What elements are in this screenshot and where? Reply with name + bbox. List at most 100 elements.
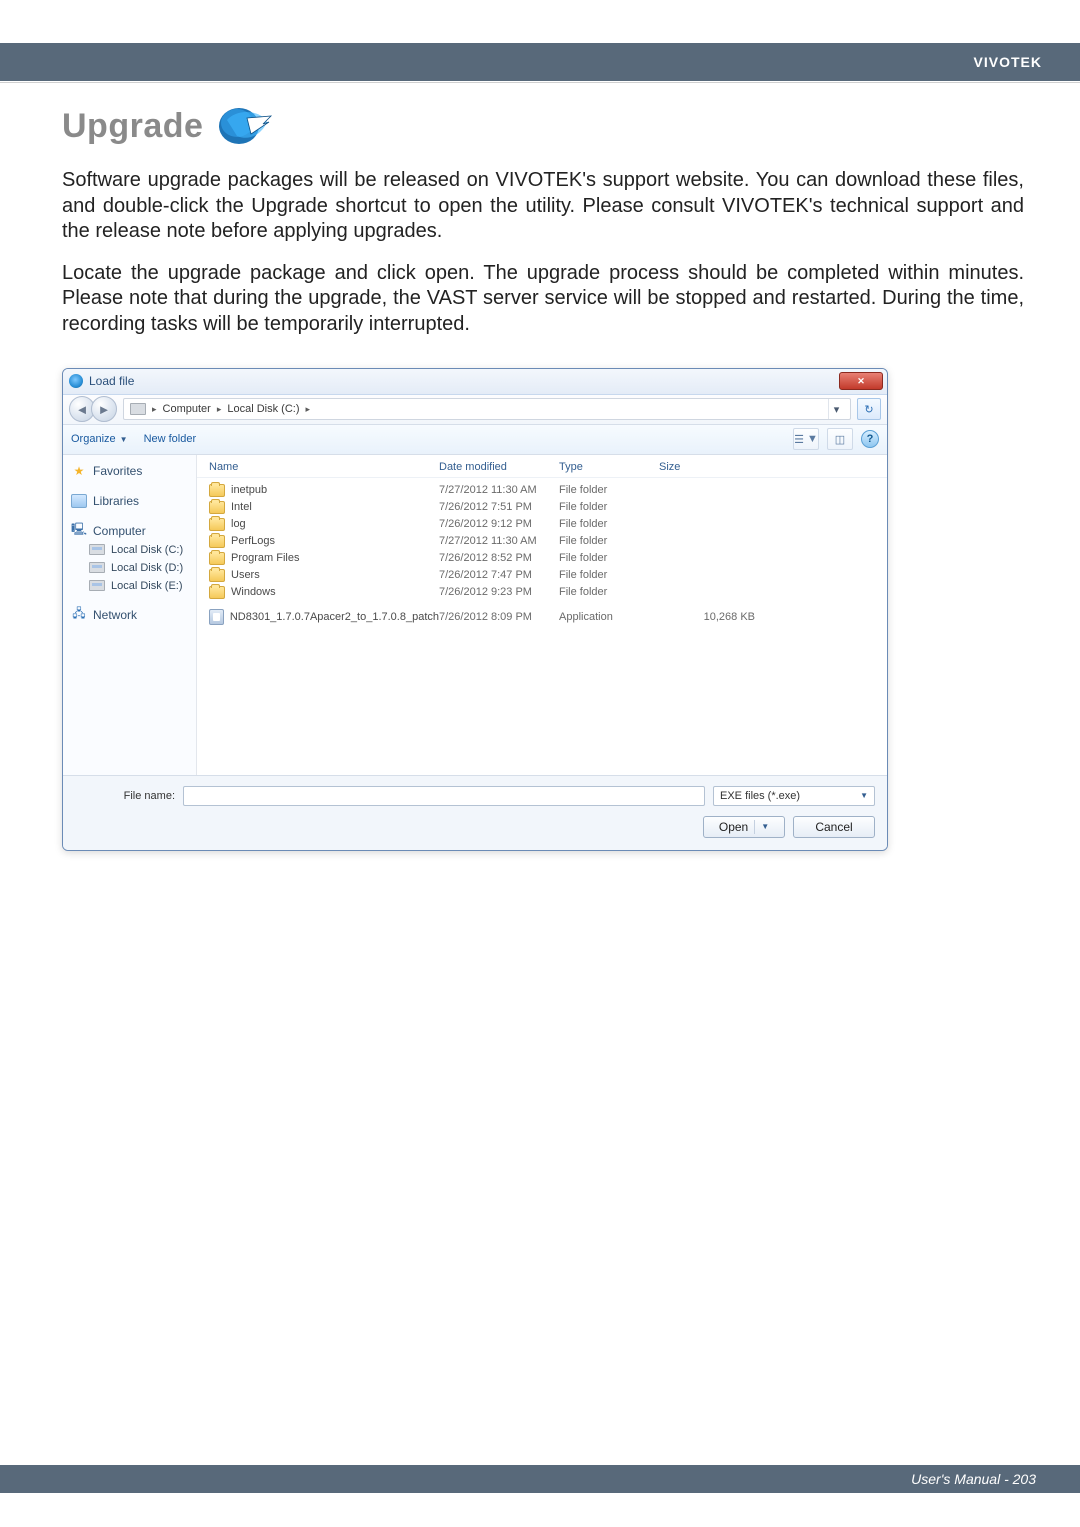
nav-forward-button[interactable]: ► <box>91 396 117 422</box>
navigation-pane: ★ Favorites Libraries 🖳 Computer <box>63 455 197 775</box>
file-date: 7/26/2012 7:47 PM <box>439 569 559 581</box>
folder-icon <box>209 501 225 514</box>
close-icon: ✕ <box>857 376 865 387</box>
dialog-bottom-bar: File name: EXE files (*.exe) ▼ Open ▼ Ca… <box>63 775 887 850</box>
app-icon <box>69 374 83 388</box>
help-button[interactable]: ? <box>861 430 879 448</box>
file-type: File folder <box>559 501 659 513</box>
col-size[interactable]: Size <box>659 461 769 473</box>
libraries-icon <box>71 494 87 508</box>
folder-icon <box>209 535 225 548</box>
file-size: 10,268 KB <box>659 611 769 623</box>
paragraph-2: Locate the upgrade package and click ope… <box>62 261 1024 338</box>
nav-network-label: Network <box>93 608 137 622</box>
col-type[interactable]: Type <box>559 461 659 473</box>
nav-drive-d-label: Local Disk (D:) <box>111 562 183 574</box>
close-button[interactable]: ✕ <box>839 372 883 390</box>
dialog-title: Load file <box>89 374 134 388</box>
nav-drive-c[interactable]: Local Disk (C:) <box>63 541 196 559</box>
computer-icon: 🖳 <box>71 524 87 538</box>
preview-pane-button[interactable]: ◫ <box>827 428 853 450</box>
col-date[interactable]: Date modified <box>439 461 559 473</box>
file-type: Application <box>559 611 659 623</box>
chevron-down-icon: ▼ <box>807 433 818 445</box>
dialog-titlebar: Load file ✕ <box>63 369 887 395</box>
cancel-label: Cancel <box>815 820 852 834</box>
nav-network[interactable]: 🖧 Network <box>63 605 196 625</box>
chevron-down-icon: ▼ <box>120 435 128 444</box>
doc-footer: User's Manual - 203 <box>0 1465 1080 1493</box>
view-mode-button[interactable]: ☰▼ <box>793 428 819 450</box>
refresh-button[interactable]: ↻ <box>857 398 881 420</box>
nav-libraries[interactable]: Libraries <box>63 491 196 511</box>
address-dropdown[interactable]: ▾ <box>828 399 844 419</box>
col-name[interactable]: Name <box>209 461 439 473</box>
file-row[interactable]: inetpub7/27/2012 11:30 AMFile folder <box>209 482 879 499</box>
column-headers: Name Date modified Type Size <box>197 455 887 478</box>
cancel-button[interactable]: Cancel <box>793 816 875 838</box>
file-row[interactable]: log 7/26/2012 9:12 PMFile folder <box>209 516 879 533</box>
nav-drive-c-label: Local Disk (C:) <box>111 544 183 556</box>
file-name: ND8301_1.7.0.7Apacer2_to_1.7.0.8_patch <box>230 611 439 623</box>
folder-icon <box>209 569 225 582</box>
file-date: 7/27/2012 11:30 AM <box>439 535 559 547</box>
folder-icon <box>209 484 225 497</box>
organize-menu[interactable]: Organize ▼ <box>71 433 128 445</box>
chevron-right-icon: ▸ <box>305 404 310 415</box>
filetype-filter-label: EXE files (*.exe) <box>720 790 800 802</box>
filetype-filter[interactable]: EXE files (*.exe) ▼ <box>713 786 875 806</box>
arrow-left-icon: ◄ <box>76 402 89 417</box>
file-date: 7/26/2012 7:51 PM <box>439 501 559 513</box>
brand-text: VIVOTEK <box>974 54 1042 70</box>
pane-icon: ◫ <box>835 433 845 446</box>
file-row[interactable]: Program Files7/26/2012 8:52 PMFile folde… <box>209 550 879 567</box>
nav-drive-e[interactable]: Local Disk (E:) <box>63 577 196 595</box>
open-button[interactable]: Open ▼ <box>703 816 785 838</box>
address-bar-row: ◄ ► ▸ Computer ▸ Local Disk (C:) ▸ ▾ ↻ <box>63 395 887 425</box>
filename-input[interactable] <box>183 786 705 806</box>
new-folder-button[interactable]: New folder <box>144 433 197 445</box>
header-divider <box>0 82 1080 83</box>
file-row[interactable]: PerfLogs 7/27/2012 11:30 AMFile folder <box>209 533 879 550</box>
file-name: inetpub <box>231 484 267 496</box>
nav-favorites[interactable]: ★ Favorites <box>63 461 196 481</box>
file-name: Users <box>231 569 260 581</box>
file-date: 7/26/2012 9:12 PM <box>439 518 559 530</box>
file-row[interactable]: ND8301_1.7.0.7Apacer2_to_1.7.0.8_patch7/… <box>209 609 879 626</box>
nav-computer-label: Computer <box>93 524 146 538</box>
file-name: Intel <box>231 501 252 513</box>
section-title: Upgrade <box>62 107 203 146</box>
filename-label: File name: <box>75 790 175 802</box>
drive-icon <box>89 580 105 591</box>
file-row[interactable]: Windows7/26/2012 9:23 PMFile folder <box>209 584 879 601</box>
chevron-right-icon: ▸ <box>217 404 222 415</box>
file-row[interactable]: Users7/26/2012 7:47 PMFile folder <box>209 567 879 584</box>
file-type: File folder <box>559 586 659 598</box>
chevron-down-icon: ▼ <box>761 822 769 831</box>
file-type: File folder <box>559 518 659 530</box>
file-row[interactable]: Intel 7/26/2012 7:51 PMFile folder <box>209 499 879 516</box>
nav-libraries-label: Libraries <box>93 494 139 508</box>
nav-favorites-label: Favorites <box>93 464 142 478</box>
file-name: PerfLogs <box>231 535 275 547</box>
file-type: File folder <box>559 535 659 547</box>
file-name: log <box>231 518 246 530</box>
star-icon: ★ <box>71 464 87 478</box>
chevron-right-icon: ▸ <box>152 404 157 415</box>
nav-drive-d[interactable]: Local Disk (D:) <box>63 559 196 577</box>
file-date: 7/26/2012 8:52 PM <box>439 552 559 564</box>
file-name: Program Files <box>231 552 299 564</box>
file-list-pane: Name Date modified Type Size inetpub 7/27… <box>197 455 887 775</box>
breadcrumb-bar[interactable]: ▸ Computer ▸ Local Disk (C:) ▸ ▾ <box>123 398 851 420</box>
breadcrumb-root[interactable]: Computer <box>163 403 211 415</box>
folder-icon <box>209 518 225 531</box>
file-name: Windows <box>231 586 276 598</box>
nav-computer[interactable]: 🖳 Computer <box>63 521 196 541</box>
file-date: 7/27/2012 11:30 AM <box>439 484 559 496</box>
open-label: Open <box>719 820 748 834</box>
load-file-dialog: Load file ✕ ◄ ► ▸ Comp <box>62 368 888 851</box>
refresh-icon: ↻ <box>864 403 873 416</box>
breadcrumb-drive[interactable]: Local Disk (C:) <box>227 403 299 415</box>
paragraph-1: Software upgrade packages will be releas… <box>62 168 1024 245</box>
arrow-right-icon: ► <box>98 402 111 417</box>
